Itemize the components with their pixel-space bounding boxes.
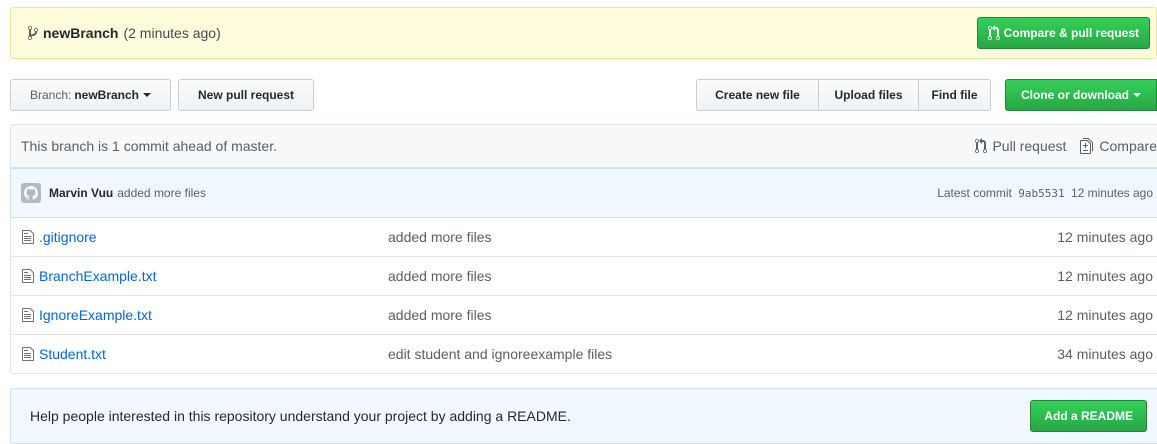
file-list: .gitignore added more files 12 minutes a… [10,218,1157,374]
latest-commit-meta: Latest commit 9ab5531 12 minutes ago [937,186,1157,200]
branch-status-links: Pull request Compare [961,138,1157,154]
file-age: 12 minutes ago [1057,268,1153,284]
git-pull-request-icon [987,25,1000,41]
pull-request-link-label: Pull request [992,138,1067,154]
chevron-down-icon [1133,93,1141,97]
diff-icon [1080,138,1094,154]
compare-pull-request-button[interactable]: Compare & pull request [976,17,1150,49]
octocat-avatar-icon [24,186,38,200]
branch-select-prefix: Branch: [29,88,72,102]
find-file-button[interactable]: Find file [918,79,991,111]
create-new-file-button[interactable]: Create new file [696,79,819,111]
compare-link[interactable]: Compare [1080,138,1157,154]
compare-pull-request-label: Compare & pull request [1003,26,1139,40]
git-branch-icon [28,25,38,40]
branch-status-bar: This branch is 1 commit ahead of master.… [10,124,1157,168]
upload-files-button[interactable]: Upload files [818,79,919,111]
file-name-link[interactable]: .gitignore [39,229,388,245]
git-pull-request-icon [975,138,988,153]
compare-link-label: Compare [1099,138,1157,154]
commit-author[interactable]: Marvin Vuu [49,186,113,200]
add-readme-prompt: Help people interested in this repositor… [10,388,1157,444]
file-age: 34 minutes ago [1057,346,1153,362]
file-commit-message[interactable]: edit student and ignoreexample files [388,346,1057,362]
file-text-icon [22,346,34,362]
file-text-icon [22,229,34,245]
clone-or-download-label: Clone or download [1021,88,1129,102]
recent-branch-name[interactable]: newBranch [43,25,118,41]
branch-status-text: This branch is 1 commit ahead of master. [21,138,277,154]
author-avatar[interactable] [21,183,41,203]
table-row: Student.txt edit student and ignoreexamp… [10,335,1157,374]
latest-commit-time: 12 minutes ago [1070,186,1153,200]
file-name-link[interactable]: BranchExample.txt [39,268,388,284]
add-readme-button[interactable]: Add a README [1030,400,1147,432]
recent-branch-info: newBranch (2 minutes ago) [27,25,221,41]
file-text-icon [22,268,34,284]
recent-push-time: (2 minutes ago) [123,25,221,41]
commit-message[interactable]: added more files [117,186,206,200]
table-row: .gitignore added more files 12 minutes a… [10,218,1157,257]
readme-prompt-text: Help people interested in this repositor… [30,408,571,424]
file-text-icon [22,307,34,323]
table-row: BranchExample.txt added more files 12 mi… [10,257,1157,296]
recent-push-banner: newBranch (2 minutes ago) Compare & pull… [10,7,1157,59]
pull-request-link[interactable]: Pull request [975,138,1066,154]
file-age: 12 minutes ago [1057,307,1153,323]
latest-commit-bar: Marvin Vuu added more files Latest commi… [10,168,1157,218]
file-name-link[interactable]: IgnoreExample.txt [39,307,388,323]
file-age: 12 minutes ago [1057,229,1153,245]
file-actions-group: Create new file Upload files Find file [696,79,991,111]
file-commit-message[interactable]: added more files [388,229,1057,245]
chevron-down-icon [143,93,152,97]
clone-or-download-button[interactable]: Clone or download [1005,79,1157,111]
commit-author-info: Marvin Vuu added more files [21,183,206,203]
file-commit-message[interactable]: added more files [388,307,1057,323]
latest-commit-label: Latest commit [937,186,1012,200]
commit-sha-link[interactable]: 9ab5531 [1018,187,1064,200]
file-navigation-toolbar: Branch: newBranch New pull request Creat… [10,79,1157,111]
file-commit-message[interactable]: added more files [388,268,1057,284]
branch-select-button[interactable]: Branch: newBranch [10,79,171,111]
branch-select-name: newBranch [74,88,140,102]
new-pull-request-button[interactable]: New pull request [178,79,314,111]
table-row: IgnoreExample.txt added more files 12 mi… [10,296,1157,335]
file-name-link[interactable]: Student.txt [39,346,388,362]
